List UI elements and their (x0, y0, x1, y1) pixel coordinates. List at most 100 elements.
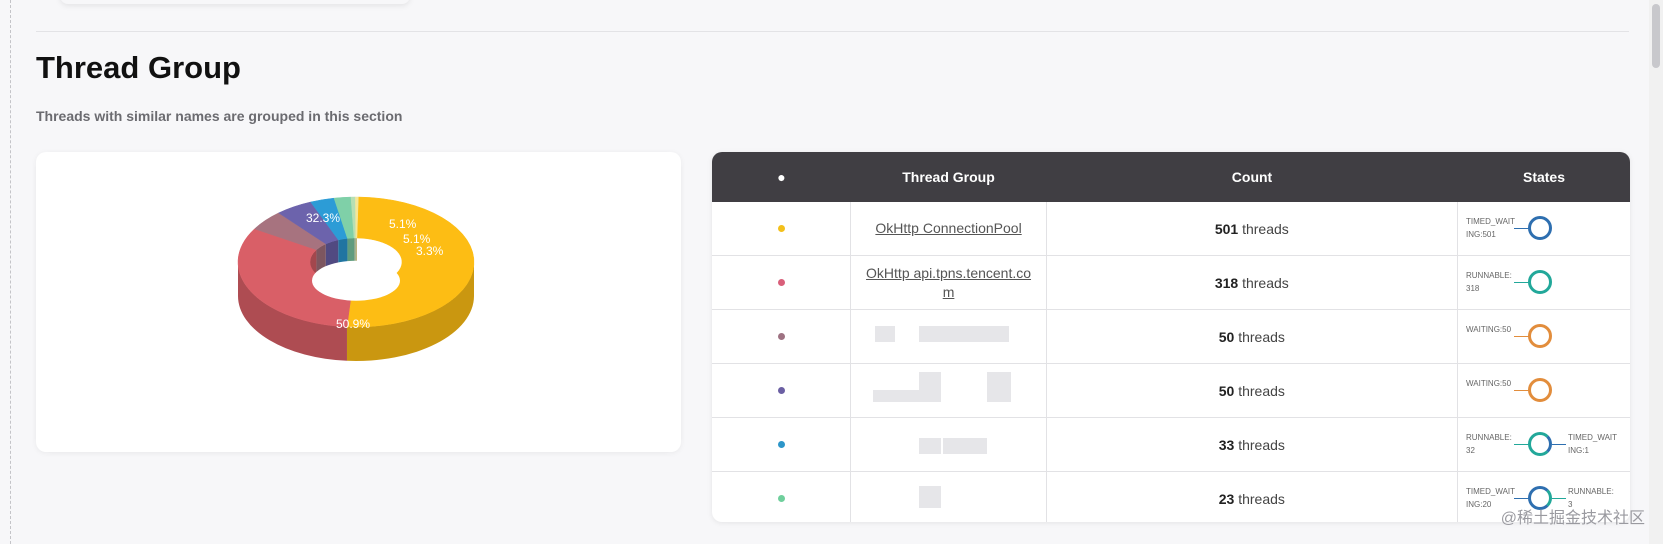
row-color-cell (712, 418, 852, 471)
pie-data-label-2: 5.1% (389, 217, 417, 231)
thread-count: 33 threads (1219, 437, 1285, 453)
row-states-cell: WAITING:50 (1458, 364, 1630, 417)
thread-count-value: 23 (1218, 490, 1235, 507)
thread-group-link[interactable]: OkHttp ConnectionPool (864, 219, 1034, 238)
row-count-cell: 501 threads (1047, 202, 1458, 255)
thread-count: 50 threads (1219, 383, 1285, 399)
redacted-name-block (943, 438, 988, 454)
row-color-cell (712, 310, 852, 363)
thread-group-pie-chart: 50.9%32.3% 5.1%5.1%3.3% (237, 196, 475, 361)
thread-count: 501 threads (1215, 221, 1289, 237)
table-body: OkHttp ConnectionPool 501 threads TIMED_WA… (712, 202, 1630, 522)
pie-data-label-4: 3.3% (416, 244, 444, 258)
table-row: 50 threads WAITING:50 (712, 364, 1630, 418)
thread-count-unit: threads (1238, 382, 1285, 399)
state-label: TIMED_WAITING:501 (1466, 217, 1516, 239)
row-thread-group-cell: OkHttp api.tpns.tencent.com (851, 256, 1047, 309)
row-states-cell: RUNNABLE: 318 (1458, 256, 1630, 309)
row-states-cell: RUNNABLE: 32 TIMED_WAITING:1 (1458, 418, 1630, 471)
state-label: RUNNABLE: 32 (1466, 433, 1512, 455)
group-color-dot (777, 225, 785, 232)
table-row: 50 threads WAITING:50 (712, 310, 1630, 364)
table-row: OkHttp api.tpns.tencent.com 318 threads RU… (712, 256, 1630, 310)
row-count-cell: 318 threads (1047, 256, 1458, 309)
row-states-cell: WAITING:50 (1458, 310, 1630, 363)
redacted-name-block (919, 326, 968, 342)
thread-count-unit: threads (1238, 436, 1285, 453)
state-ring-chart: TIMED_WAITING:501 (1458, 202, 1630, 255)
thread-group-link[interactable]: OkHttp api.tpns.tencent.com (864, 264, 1034, 302)
group-color-dot (777, 441, 785, 448)
state-ring-chart: WAITING:50 (1458, 310, 1630, 363)
header-dot: ● (777, 169, 786, 185)
header-thread-group: Thread Group (902, 169, 995, 185)
state-ring (1528, 270, 1552, 294)
row-count-cell: 23 threads (1047, 472, 1458, 522)
thread-count-value: 50 (1218, 328, 1235, 345)
state-ring (1528, 378, 1552, 402)
section-divider (36, 31, 1629, 32)
state-ring-chart: RUNNABLE: 32 TIMED_WAITING:1 (1458, 418, 1630, 471)
row-color-cell (712, 256, 852, 309)
group-color-dot (777, 333, 785, 340)
thread-count-unit: threads (1242, 274, 1289, 291)
state-leader-line (1552, 498, 1566, 499)
thread-count: 318 threads (1215, 275, 1289, 291)
header-count: Count (1231, 169, 1273, 185)
redacted-name-block (919, 372, 942, 402)
state-ring (1528, 324, 1552, 348)
pie-data-label-0: 50.9% (336, 317, 370, 331)
section-subtitle: Threads with similar names are grouped i… (36, 108, 403, 124)
group-color-dot (777, 495, 785, 502)
group-color-dot (777, 279, 785, 286)
thread-count-unit: threads (1238, 490, 1285, 507)
redacted-name-block (987, 372, 1012, 402)
redacted-name-block (919, 486, 942, 508)
state-ring (1528, 216, 1552, 240)
state-ring (1528, 432, 1552, 456)
pie-hole (312, 260, 400, 301)
scrollbar-thumb[interactable] (1652, 4, 1660, 68)
row-thread-group-cell (851, 310, 1047, 363)
row-count-cell: 50 threads (1047, 364, 1458, 417)
watermark: @稀土掘金技术社区 (1500, 510, 1645, 527)
thread-group-chart-card: 50.9% 32.3% 5.1% 5.1% 3.3% (36, 152, 681, 452)
state-ring-chart: WAITING:50 (1458, 364, 1630, 417)
row-count-cell: 50 threads (1047, 310, 1458, 363)
left-guide-line (10, 0, 11, 544)
row-color-cell (712, 472, 852, 522)
thread-count-value: 33 (1218, 436, 1235, 453)
row-color-cell (712, 202, 852, 255)
previous-card-edge (60, 0, 410, 4)
page-scrollbar[interactable] (1649, 0, 1663, 544)
row-states-cell: TIMED_WAITING:501 (1458, 202, 1630, 255)
thread-count-value: 501 (1214, 220, 1239, 237)
state-label: TIMED_WAITING:1 (1568, 433, 1618, 455)
thread-count-value: 50 (1218, 382, 1235, 399)
section-title: Thread Group (36, 50, 241, 85)
state-label: RUNNABLE: 318 (1466, 271, 1512, 293)
redacted-name-block (873, 390, 920, 402)
redacted-name-block (875, 326, 896, 342)
thread-group-table: ● Thread Group Count States OkHttp Conne… (712, 152, 1630, 522)
group-color-dot (777, 387, 785, 394)
thread-count-unit: threads (1238, 328, 1285, 345)
row-thread-group-cell: OkHttp ConnectionPool (851, 202, 1047, 255)
table-row: OkHttp ConnectionPool 501 threads TIMED_WA… (712, 202, 1630, 256)
thread-count-value: 318 (1214, 274, 1239, 291)
thread-count: 23 threads (1219, 491, 1285, 507)
table-row: 23 threads TIMED_WAITING:20 RUNNABLE: 3 (712, 472, 1630, 522)
row-thread-group-cell (851, 364, 1047, 417)
header-states: States (1522, 169, 1566, 185)
state-label: WAITING:50 (1466, 379, 1512, 388)
thread-count: 50 threads (1219, 329, 1285, 345)
row-thread-group-cell (851, 418, 1047, 471)
redacted-name-block (919, 438, 942, 454)
redacted-name-block (967, 326, 1010, 342)
row-thread-group-cell (851, 472, 1047, 522)
row-count-cell: 33 threads (1047, 418, 1458, 471)
state-ring-chart: RUNNABLE: 318 (1458, 256, 1630, 309)
row-color-cell (712, 364, 852, 417)
pie-data-label-1: 32.3% (306, 211, 340, 225)
table-header: ● Thread Group Count States (712, 152, 1630, 202)
